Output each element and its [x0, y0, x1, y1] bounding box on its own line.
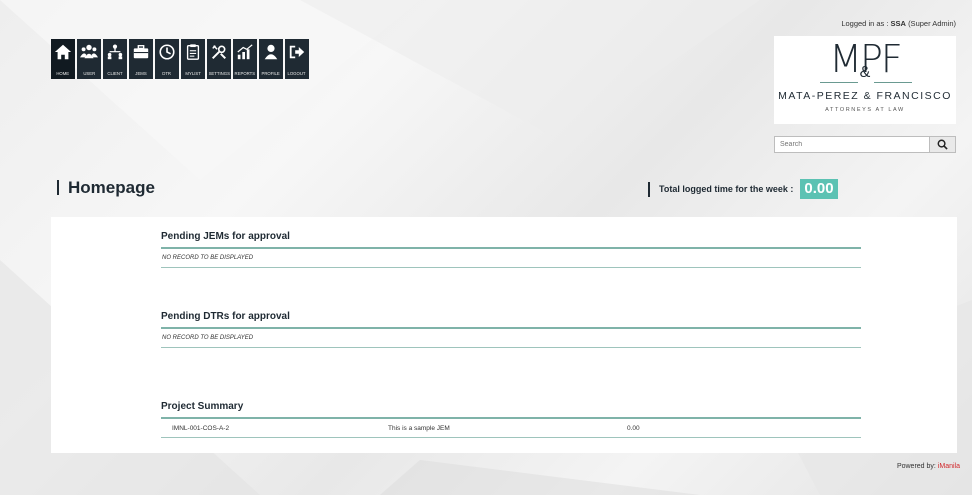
logout-icon [289, 45, 305, 59]
powered-by-prefix: Powered by: [896, 463, 936, 470]
page-title: Homepage [57, 178, 155, 198]
briefcase-icon [133, 45, 149, 59]
logo-rule-left [820, 82, 858, 83]
nav-client-label: CLIENT [107, 71, 123, 76]
logo-subtitle: ATTORNEYS AT LAW [825, 107, 905, 113]
nav-reports-label: REPORTS [234, 71, 256, 76]
nav-logout-label: LOGOUT [287, 71, 307, 76]
home-icon [54, 44, 72, 60]
nav-logout[interactable]: LOGOUT [285, 39, 309, 79]
logged-in-role: (Super Admin) [908, 19, 956, 28]
nav-jems[interactable]: JEMS [129, 39, 153, 79]
pending-dtrs-title: Pending DTRs for approval [161, 311, 290, 322]
nav-mylist[interactable]: MYLIST [181, 39, 205, 79]
nav-settings[interactable]: SETTINGS [207, 39, 231, 79]
page-title-text: Homepage [68, 178, 155, 197]
nav-dtr[interactable]: DTR [155, 39, 179, 79]
search-icon [937, 139, 948, 150]
project-description: This is a sample JEM [388, 424, 450, 432]
project-hours: 0.00 [627, 424, 640, 432]
title-bar-accent [57, 180, 59, 195]
logged-time-value: 0.00 [800, 179, 838, 199]
pending-dtrs-section: Pending DTRs for approval NO RECORD TO B… [161, 311, 861, 348]
project-summary-section: Project Summary IMNL-001-COS-A-2 This is… [161, 401, 861, 438]
nav-settings-label: SETTINGS [208, 71, 230, 76]
org-chart-icon [107, 44, 123, 60]
logged-time-bar-accent [648, 181, 650, 197]
nav-home[interactable]: HOME [51, 39, 75, 79]
search-button[interactable] [930, 136, 956, 153]
table-row[interactable]: IMNL-001-COS-A-2 This is a sample JEM 0.… [161, 419, 861, 437]
logo-ampersand: & [859, 64, 871, 81]
firm-logo: MPF & MATA-PEREZ & FRANCISCO ATTORNEYS A… [774, 36, 956, 124]
logged-in-info: Logged in as : SSA (Super Admin) [841, 19, 956, 28]
project-summary-title: Project Summary [161, 401, 244, 412]
logged-time-label: Total logged time for the week : [659, 184, 794, 194]
pending-jems-empty: NO RECORD TO BE DISPLAYED [162, 255, 254, 261]
nav-profile[interactable]: PROFILE [259, 39, 283, 79]
user-icon [264, 44, 278, 60]
weekly-logged-time: Total logged time for the week : 0.00 [648, 179, 838, 199]
nav-profile-label: PROFILE [261, 71, 281, 76]
clipboard-icon [186, 44, 200, 60]
logo-firm-name: MATA-PEREZ & FRANCISCO [778, 90, 952, 102]
nav-dtr-label: DTR [162, 71, 172, 76]
logged-in-prefix: Logged in as : [841, 19, 889, 28]
logged-in-user: SSA [890, 19, 906, 28]
logo-rule-right [874, 82, 912, 83]
clock-icon [159, 44, 175, 60]
nav-jems-label: JEMS [135, 71, 147, 76]
search-input[interactable] [774, 136, 930, 153]
pending-dtrs-empty: NO RECORD TO BE DISPLAYED [162, 335, 254, 341]
powered-by: Powered by: iManila [897, 463, 960, 470]
bar-chart-icon [237, 44, 253, 60]
project-summary-bottom-rule [161, 437, 861, 438]
dashboard-panel: Pending JEMs for approval NO RECORD TO B… [51, 217, 957, 453]
tools-icon [211, 45, 227, 60]
nav-home-label: HOME [56, 71, 70, 76]
pending-jems-title: Pending JEMs for approval [161, 231, 290, 242]
nav-client[interactable]: CLIENT [103, 39, 127, 79]
pending-jems-section: Pending JEMs for approval NO RECORD TO B… [161, 231, 861, 268]
main-nav: HOME USER CLIENT JEMS DTR MYLIST SETTING… [51, 39, 309, 79]
project-code: IMNL-001-COS-A-2 [172, 424, 230, 432]
users-icon [80, 44, 98, 59]
powered-by-brand[interactable]: iManila [938, 463, 960, 470]
nav-mylist-label: MYLIST [185, 71, 201, 76]
search-bar [774, 136, 956, 153]
nav-user[interactable]: USER [77, 39, 101, 79]
nav-user-label: USER [83, 71, 95, 76]
nav-reports[interactable]: REPORTS [233, 39, 257, 79]
pending-dtrs-bottom-rule [161, 347, 861, 348]
pending-jems-bottom-rule [161, 267, 861, 268]
